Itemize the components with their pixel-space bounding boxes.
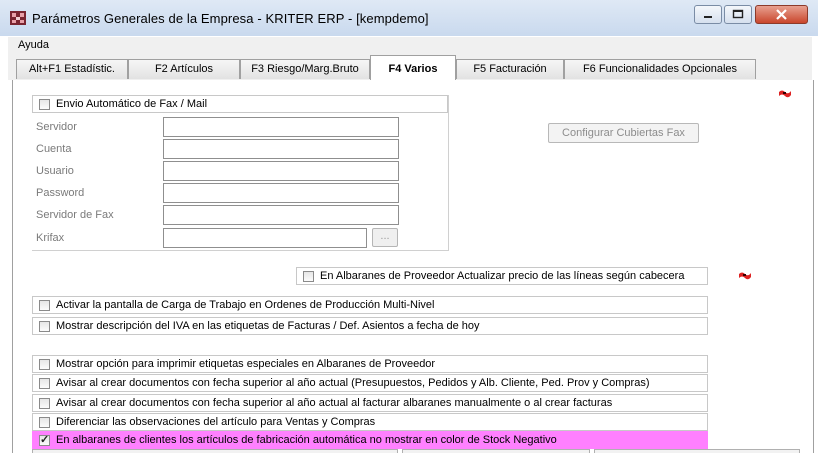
usuario-input[interactable] (163, 161, 399, 181)
servidor-input[interactable] (163, 117, 399, 137)
close-icon (776, 9, 787, 20)
option-descripcion-iva[interactable]: Mostrar descripción del IVA en las etiqu… (32, 317, 708, 335)
maximize-icon (732, 9, 744, 19)
option-checkbox[interactable] (39, 321, 50, 332)
option-avisar-fecha[interactable]: Avisar al crear documentos con fecha sup… (32, 374, 708, 392)
usuario-label: Usuario (36, 165, 74, 177)
option-checkbox[interactable] (39, 378, 50, 389)
option-checkbox[interactable] (39, 417, 50, 428)
option-diferenciar-observaciones[interactable]: Diferenciar las observaciones del artícu… (32, 413, 708, 431)
option-label: En Albaranes de Proveedor Actualizar pre… (320, 270, 685, 282)
option-avisar-facturar[interactable]: Avisar al crear documentos con fecha sup… (32, 394, 708, 412)
option-label: Activar la pantalla de Carga de Trabajo … (56, 299, 435, 311)
option-checkbox[interactable] (39, 300, 50, 311)
option-stock-negativo[interactable]: En albaranes de clientes los artículos d… (32, 431, 708, 449)
option-label: Mostrar opción para imprimir etiquetas e… (56, 358, 436, 370)
tab-articulos[interactable]: F2 Artículos (128, 59, 240, 79)
option-checkbox-checked[interactable] (39, 433, 50, 446)
option-label: En albaranes de clientes los artículos d… (56, 434, 557, 446)
menu-bar: Ayuda (8, 37, 812, 55)
app-icon (10, 11, 26, 25)
servidor-fax-label: Servidor de Fax (36, 209, 114, 221)
option-carga-trabajo[interactable]: Activar la pantalla de Carga de Trabajo … (32, 296, 708, 314)
option-etiquetas-especiales[interactable]: Mostrar opción para imprimir etiquetas e… (32, 355, 708, 373)
configurar-cubiertas-button[interactable]: Configurar Cubiertas Fax (548, 123, 699, 143)
close-button[interactable] (755, 5, 808, 24)
bottom-control[interactable] (32, 449, 398, 453)
cuenta-input[interactable] (163, 139, 399, 159)
password-input[interactable] (163, 183, 399, 203)
krifax-browse-button[interactable]: ... (372, 228, 398, 247)
menu-ayuda[interactable]: Ayuda (18, 39, 49, 51)
cuenta-label: Cuenta (36, 143, 72, 155)
tab-facturacion[interactable]: F5 Facturación (456, 59, 564, 79)
title-bar: Parámetros Generales de la Empresa - KRI… (0, 0, 818, 36)
servidor-label: Servidor (36, 121, 77, 133)
fax-enable-checkbox-row[interactable]: Envio Automático de Fax / Mail (32, 95, 448, 113)
bottom-control[interactable] (594, 449, 800, 453)
tab-strip: Alt+F1 Estadístic. F2 Artículos F3 Riesg… (8, 54, 812, 80)
tab-estadisticas[interactable]: Alt+F1 Estadístic. (16, 59, 128, 79)
help-icon[interactable] (778, 89, 792, 99)
option-label: Mostrar descripción del IVA en las etiqu… (56, 320, 480, 332)
krifax-input[interactable] (163, 228, 367, 248)
help-icon[interactable] (738, 271, 752, 281)
tab-riesgo[interactable]: F3 Riesgo/Marg.Bruto (240, 59, 370, 79)
tab-funcionalidades[interactable]: F6 Funcionalidades Opcionales (564, 59, 756, 79)
maximize-button[interactable] (724, 5, 752, 24)
minimize-button[interactable] (694, 5, 722, 24)
option-label: Avisar al crear documentos con fecha sup… (56, 377, 650, 389)
password-label: Password (36, 187, 85, 199)
minimize-icon (704, 16, 712, 18)
option-checkbox[interactable] (303, 271, 314, 282)
option-label: Diferenciar las observaciones del artícu… (56, 416, 376, 428)
option-albaranes-proveedor[interactable]: En Albaranes de Proveedor Actualizar pre… (296, 267, 708, 285)
option-label: Avisar al crear documentos con fecha sup… (56, 397, 613, 409)
option-checkbox[interactable] (39, 359, 50, 370)
tab-varios[interactable]: F4 Varios (370, 55, 456, 80)
fax-enable-checkbox[interactable] (39, 99, 50, 110)
fax-enable-label: Envio Automático de Fax / Mail (56, 98, 208, 110)
krifax-label: Krifax (36, 232, 65, 244)
servidor-fax-input[interactable] (163, 205, 399, 225)
option-checkbox[interactable] (39, 398, 50, 409)
bottom-control[interactable] (402, 449, 590, 453)
window-title: Parámetros Generales de la Empresa - KRI… (32, 11, 429, 26)
